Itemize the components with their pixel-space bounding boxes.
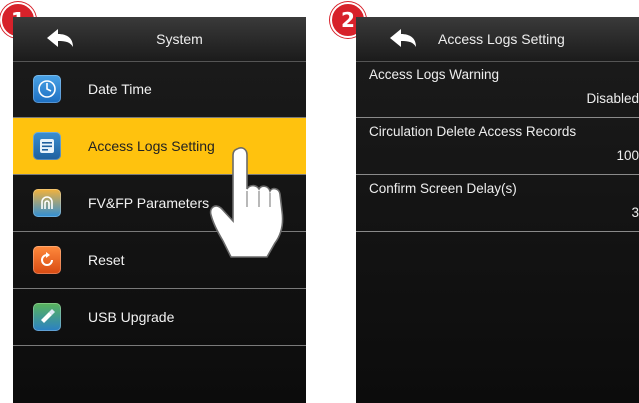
setting-value: Disabled: [586, 91, 639, 106]
setting-value: 100: [616, 148, 639, 163]
fingerprint-icon: [33, 189, 61, 217]
system-menu-screen: System Date Time Access Logs Setting FV&…: [13, 17, 306, 403]
back-arrow-icon: [390, 29, 416, 47]
setting-circulation-delete-access-records[interactable]: Circulation Delete Access Records 100: [356, 118, 639, 175]
pointing-hand-icon: [209, 147, 284, 258]
menu-item-label: USB Upgrade: [88, 309, 175, 325]
menu-item-date-time[interactable]: Date Time: [13, 61, 306, 118]
access-logs-setting-screen: Access Logs Setting Access Logs Warning …: [356, 17, 639, 403]
setting-value: 3: [631, 205, 639, 220]
usb-icon: [33, 303, 61, 331]
back-button[interactable]: [380, 21, 426, 55]
title-bar: Access Logs Setting: [356, 17, 639, 62]
menu-item-label: Access Logs Setting: [88, 138, 215, 154]
page-title: System: [156, 31, 203, 47]
logs-icon: [33, 132, 61, 160]
title-bar: System: [13, 17, 306, 62]
step-2-number: 2: [341, 8, 355, 32]
setting-label: Confirm Screen Delay(s): [369, 181, 517, 196]
setting-access-logs-warning[interactable]: Access Logs Warning Disabled: [356, 61, 639, 118]
menu-item-usb-upgrade[interactable]: USB Upgrade: [13, 289, 306, 346]
clock-icon: [33, 75, 61, 103]
menu-item-label: Date Time: [88, 81, 152, 97]
setting-confirm-screen-delay[interactable]: Confirm Screen Delay(s) 3: [356, 175, 639, 232]
menu-item-label: FV&FP Parameters: [88, 195, 210, 211]
setting-label: Access Logs Warning: [369, 67, 500, 82]
setting-label: Circulation Delete Access Records: [369, 124, 577, 139]
menu-item-label: Reset: [88, 252, 125, 268]
reset-icon: [33, 246, 61, 274]
page-title: Access Logs Setting: [438, 31, 565, 47]
